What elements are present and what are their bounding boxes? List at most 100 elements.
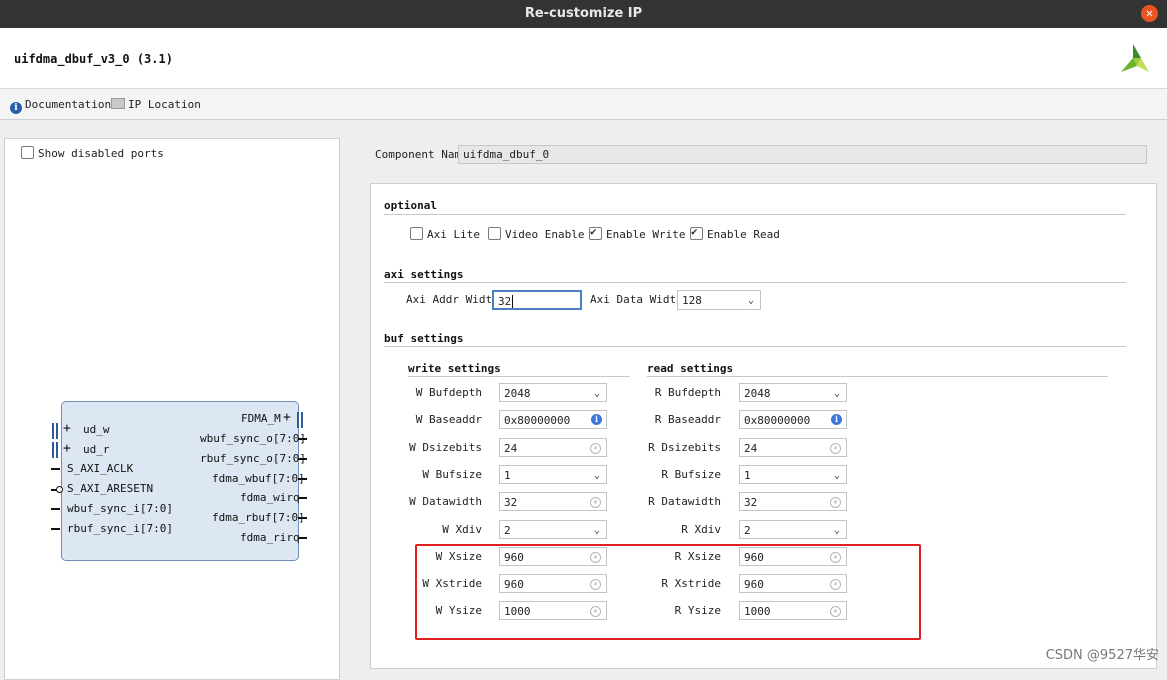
pin-line — [298, 458, 307, 460]
axi-data-width-label: Axi Data Width — [590, 293, 683, 306]
read-value: 2 — [744, 523, 751, 537]
axi-lite-checkbox[interactable]: Axi Lite — [410, 227, 480, 241]
write-label: W Dsizebits — [409, 440, 482, 454]
read-value: 32 — [744, 496, 758, 510]
write-label: W Baseaddr — [415, 413, 482, 427]
pin-fdma-m: FDMA_M — [241, 412, 281, 425]
pin-wbuf-sync-o: wbuf_sync_o[7:0] — [200, 432, 306, 445]
write-value: 1 — [504, 468, 511, 482]
read-select[interactable]: 1 ⌄ — [739, 464, 847, 485]
section-optional: optional — [384, 199, 437, 212]
chevron-down-icon[interactable]: ⌄ — [834, 521, 840, 540]
read-input[interactable]: 24 ✕ — [739, 437, 847, 457]
read-input[interactable]: 0x80000000 i — [739, 410, 847, 430]
read-select[interactable]: 2 ⌄ — [739, 519, 847, 540]
pin-fdma-wbuf: fdma_wbuf[7:0] — [212, 472, 305, 485]
info-icon: i — [831, 414, 842, 426]
read-label: R Bufsize — [661, 467, 721, 481]
read-value: 2048 — [744, 387, 771, 400]
show-disabled-ports-checkbox[interactable]: Show disabled ports — [21, 146, 164, 160]
clear-icon[interactable]: ✕ — [590, 442, 601, 454]
inverter-bubble-icon — [56, 486, 63, 493]
chevron-down-icon[interactable]: ⌄ — [594, 466, 600, 485]
read-settings-heading: read settings — [647, 362, 734, 375]
ip-location-button[interactable]: IP Location — [111, 98, 201, 111]
bus-marker-fdma-m — [297, 412, 299, 428]
pin-rbuf-sync-o: rbuf_sync_o[7:0] — [200, 452, 306, 465]
section-divider — [408, 376, 630, 377]
write-value: 24 — [504, 441, 518, 455]
bus-marker-ud-w — [52, 423, 54, 439]
component-name-label: Component Name — [375, 148, 468, 161]
ip-title: uifdma_dbuf_v3_0 (3.1) — [14, 52, 173, 66]
documentation-menu[interactable]: i Documentation — [10, 98, 111, 114]
checkbox-box — [21, 146, 34, 159]
read-value: 0x80000000 — [744, 414, 811, 428]
write-input[interactable]: 0x80000000 i — [499, 410, 607, 430]
write-value: 2048 — [504, 387, 531, 400]
enable-write-label: Enable Write — [606, 228, 686, 241]
pin-line — [298, 478, 307, 480]
pin-fdma-rirq: fdma_rirq — [240, 531, 300, 544]
chevron-down-icon[interactable]: ⌄ — [834, 384, 840, 403]
write-label: W Xdiv — [442, 522, 482, 536]
close-icon[interactable]: ✕ — [1141, 5, 1158, 22]
vivado-logo-icon — [1121, 44, 1149, 72]
write-select[interactable]: 2048 ⌄ — [499, 383, 607, 402]
pin-line — [298, 497, 307, 499]
folder-icon — [111, 98, 125, 109]
write-input[interactable]: 24 ✕ — [499, 437, 607, 457]
plus-icon: + — [63, 441, 71, 456]
clear-icon[interactable]: ✕ — [590, 497, 601, 509]
read-select[interactable]: 2048 ⌄ — [739, 383, 847, 402]
chevron-down-icon[interactable]: ⌄ — [834, 466, 840, 485]
read-label: R Bufdepth — [654, 386, 721, 399]
write-label: W Bufdepth — [415, 386, 482, 399]
read-label: R Baseaddr — [654, 413, 721, 427]
video-enable-checkbox[interactable]: Video Enable — [488, 227, 584, 241]
highlight-box — [415, 544, 921, 640]
axi-addr-width-label: Axi Addr Width — [406, 293, 499, 306]
section-axi-settings: axi settings — [384, 268, 464, 281]
write-value: 2 — [504, 523, 511, 537]
chevron-down-icon[interactable]: ⌄ — [594, 384, 600, 403]
window-title: Re-customize IP — [524, 6, 643, 21]
checkbox-box — [690, 225, 703, 240]
component-name-field[interactable]: uifdma_dbuf_0 — [458, 145, 1147, 164]
window-titlebar: Re-customize IP — [0, 0, 1167, 28]
pin-wbuf-sync-i: wbuf_sync_i[7:0] — [67, 502, 173, 515]
pin-line — [298, 517, 307, 519]
chevron-down-icon[interactable]: ⌄ — [594, 521, 600, 540]
write-value: 0x80000000 — [504, 414, 571, 428]
enable-read-checkbox[interactable]: Enable Read — [690, 225, 780, 241]
read-label: R Xdiv — [681, 522, 721, 536]
section-divider — [384, 346, 1126, 347]
read-label: R Datawidth — [648, 495, 721, 509]
clear-icon[interactable]: ✕ — [830, 497, 841, 509]
write-label: W Datawidth — [409, 495, 482, 509]
ip-location-label: IP Location — [128, 98, 201, 111]
enable-write-checkbox[interactable]: Enable Write — [589, 225, 686, 241]
bus-marker-ud-r-2 — [56, 442, 58, 458]
section-divider — [384, 282, 1126, 283]
read-input[interactable]: 32 ✕ — [739, 492, 847, 512]
section-buf-settings: buf settings — [384, 332, 464, 345]
symbol-panel: Show disabled ports + ud_w + ud_r S_AXI_… — [4, 138, 340, 680]
documentation-label: Documentation — [25, 98, 112, 111]
pin-line — [51, 468, 60, 470]
info-icon: i — [10, 102, 22, 114]
write-select[interactable]: 2 ⌄ — [499, 519, 607, 540]
axi-addr-width-input[interactable]: 32 — [492, 290, 582, 310]
info-icon: i — [591, 414, 602, 426]
pin-rbuf-sync-i: rbuf_sync_i[7:0] — [67, 522, 173, 535]
clear-icon[interactable]: ✕ — [830, 442, 841, 454]
axi-data-width-select[interactable]: 128 ⌄ — [677, 290, 761, 310]
plus-icon: + — [283, 410, 291, 425]
pin-fdma-wirq: fdma_wirq — [240, 491, 300, 504]
write-select[interactable]: 1 ⌄ — [499, 464, 607, 485]
write-input[interactable]: 32 ✕ — [499, 492, 607, 512]
read-label: R Dsizebits — [648, 440, 721, 454]
section-divider — [647, 376, 1108, 377]
enable-read-label: Enable Read — [707, 228, 780, 241]
pin-ud-w: ud_w — [83, 423, 110, 436]
